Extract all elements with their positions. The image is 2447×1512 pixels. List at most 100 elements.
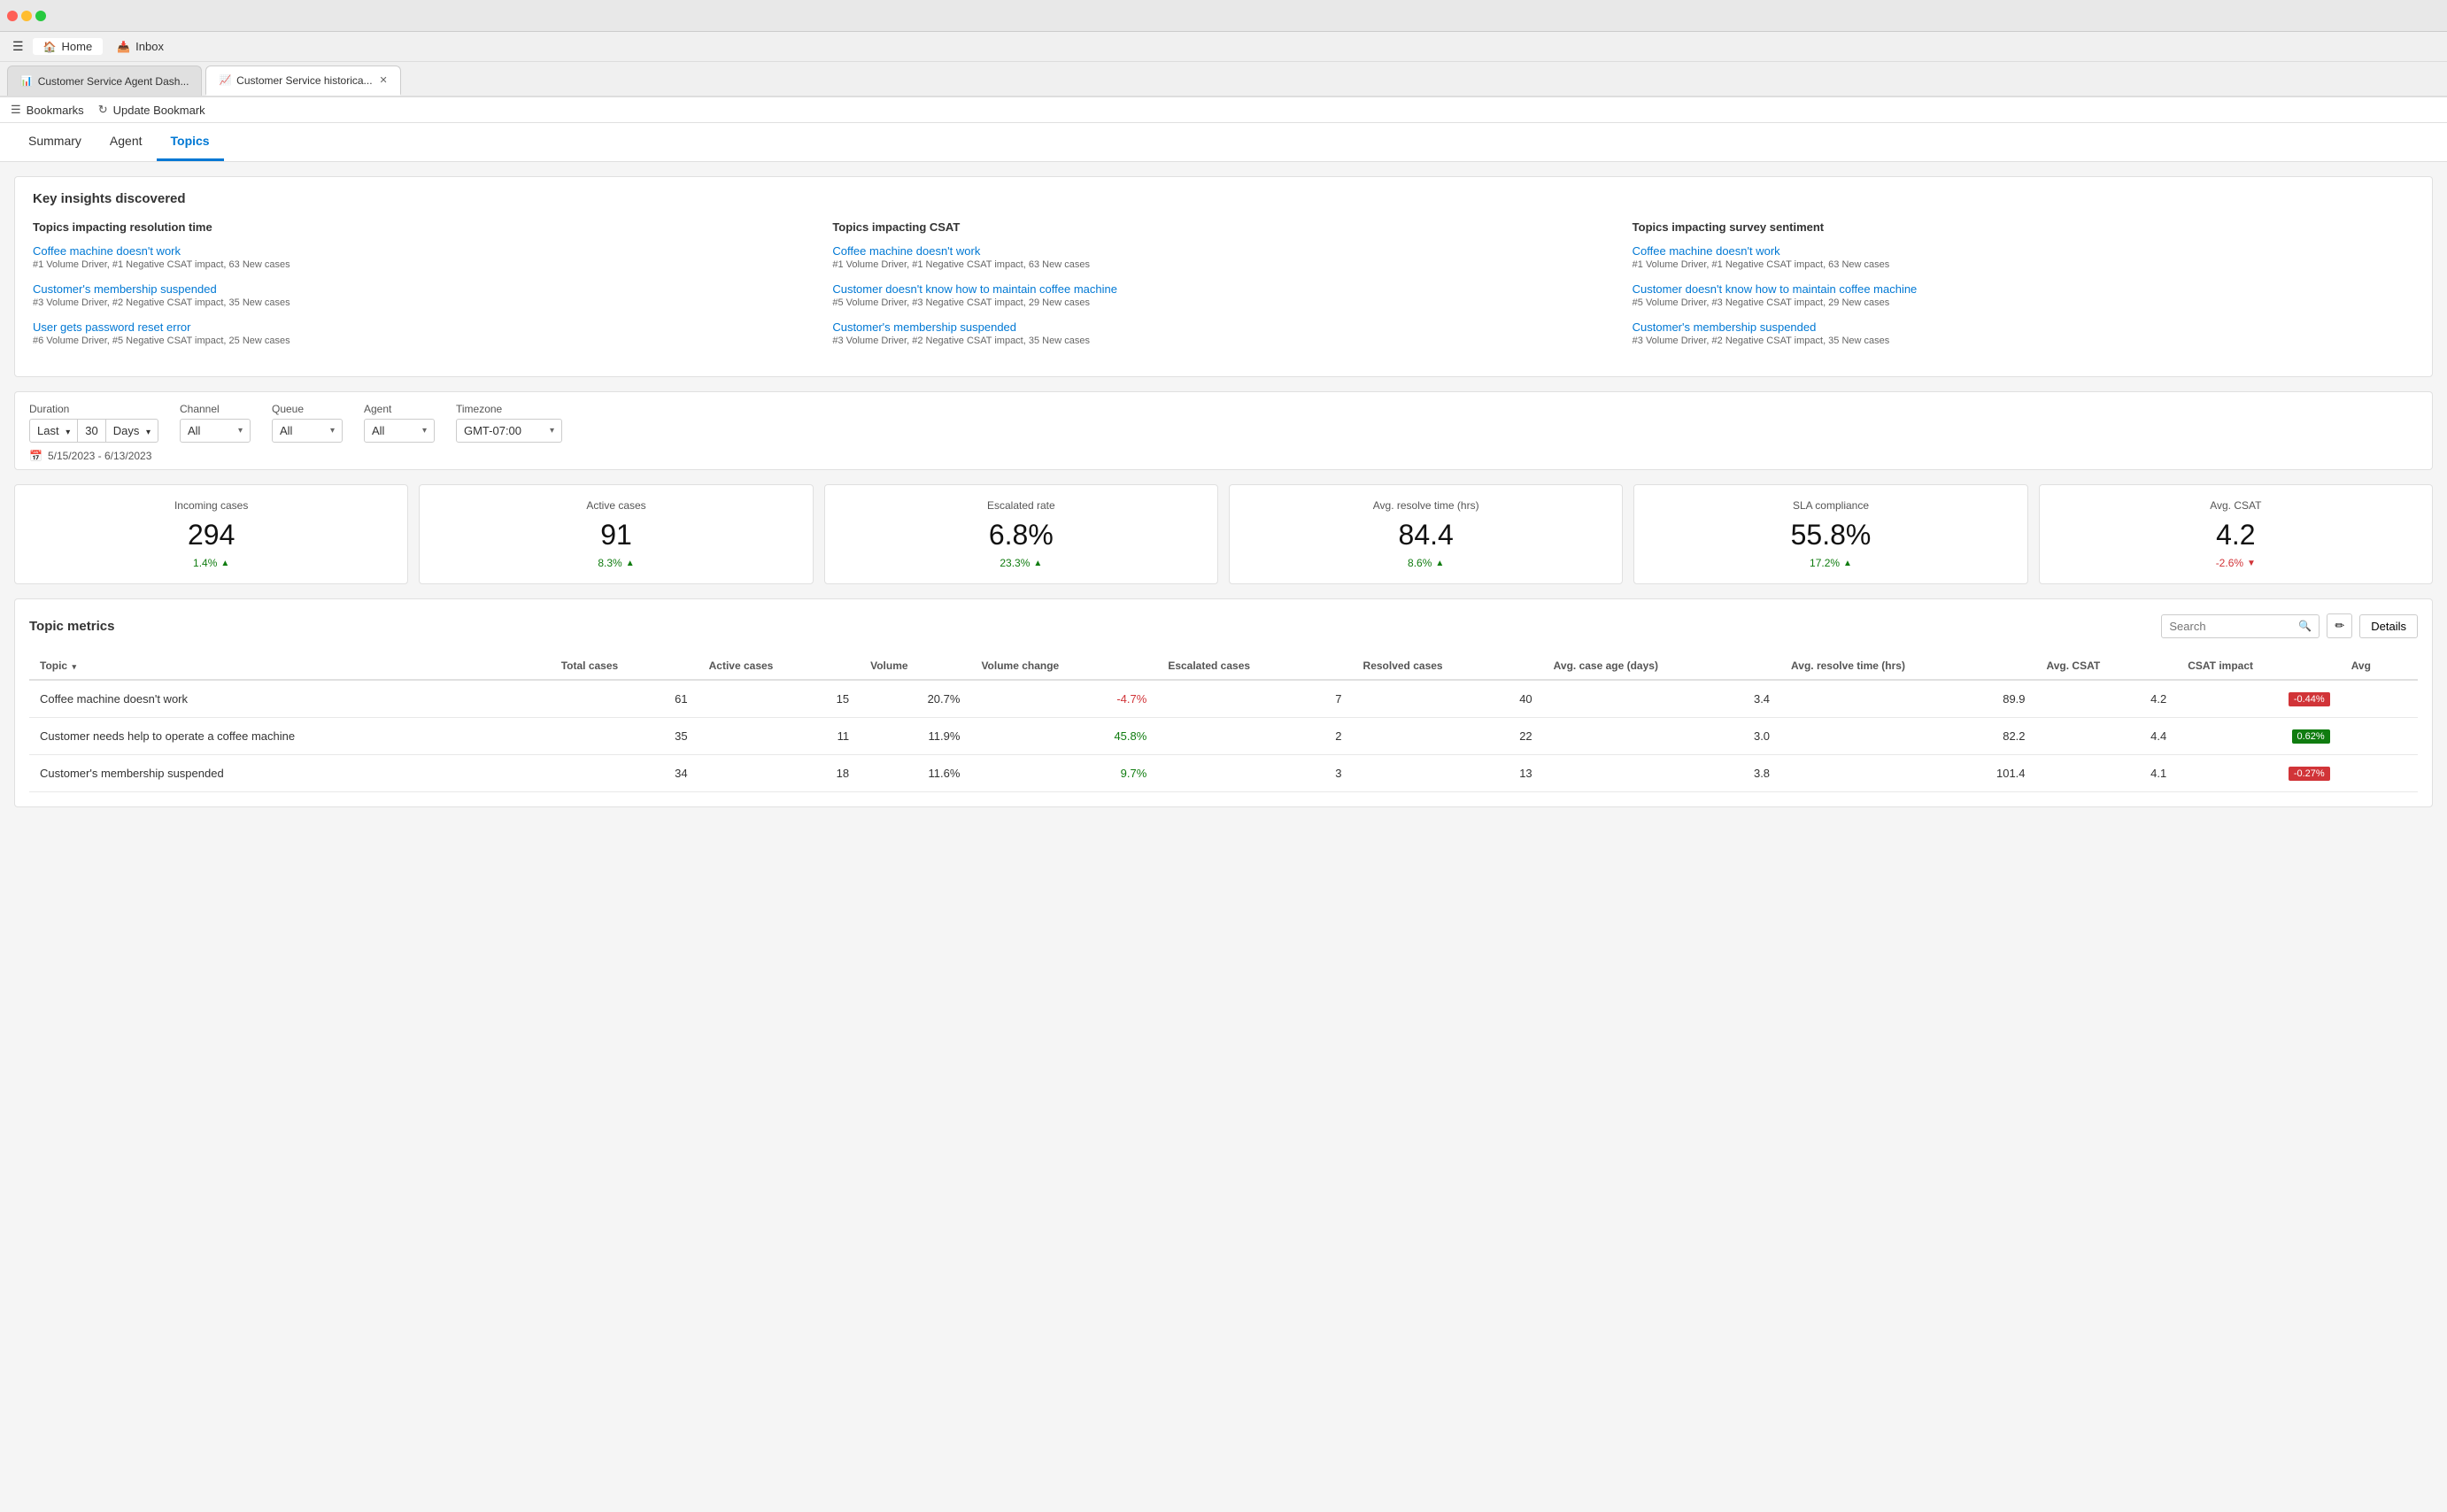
duration-control[interactable]: Last ▾ 30 Days ▾	[29, 419, 158, 443]
edit-columns-button[interactable]: ✏	[2327, 613, 2352, 638]
cell-escalated-cases: 3	[1157, 755, 1352, 792]
insight-link[interactable]: Customer doesn't know how to maintain co…	[832, 282, 1614, 296]
inbox-icon: 📥	[117, 41, 130, 53]
col-volume[interactable]: Volume	[860, 652, 970, 680]
cell-topic: Coffee machine doesn't work	[29, 680, 551, 718]
cell-avg-csat: 4.2	[2036, 680, 2178, 718]
sort-icon: ▾	[72, 662, 76, 671]
insight-meta: #1 Volume Driver, #1 Negative CSAT impac…	[832, 259, 1614, 270]
insight-link[interactable]: Coffee machine doesn't work	[832, 244, 1614, 258]
metric-active-cases: Active cases 91 8.3% ▲	[419, 484, 813, 584]
hamburger-icon[interactable]: ☰	[7, 35, 29, 58]
agent-filter: Agent All ▾	[364, 403, 435, 443]
tab2-close-icon[interactable]: ✕	[380, 74, 388, 86]
nav-home-button[interactable]: 🏠 Home	[33, 38, 104, 55]
metric-value: 91	[434, 519, 798, 552]
tab-1[interactable]: 📊 Customer Service Agent Dash...	[7, 66, 202, 96]
chevron-down-icon: ▾	[550, 426, 554, 436]
minimize-button[interactable]	[21, 11, 32, 21]
search-input[interactable]	[2169, 620, 2293, 633]
metric-avg-csat: Avg. CSAT 4.2 -2.6% ▼	[2039, 484, 2433, 584]
timezone-label: Timezone	[456, 403, 562, 415]
col-avg-resolve-time[interactable]: Avg. resolve time (hrs)	[1780, 652, 2035, 680]
col-topic[interactable]: Topic ▾	[29, 652, 551, 680]
insight-item: Coffee machine doesn't work #1 Volume Dr…	[33, 244, 814, 270]
topic-metrics-title: Topic metrics	[29, 619, 114, 634]
insight-link[interactable]: User gets password reset error	[33, 320, 814, 334]
cell-avg-csat: 4.4	[2036, 718, 2178, 755]
calendar-icon: 📅	[29, 450, 42, 462]
col-avg-csat[interactable]: Avg. CSAT	[2036, 652, 2178, 680]
insight-meta: #3 Volume Driver, #2 Negative CSAT impac…	[832, 336, 1614, 346]
cell-active-cases: 11	[699, 718, 860, 755]
duration-value[interactable]: 30	[78, 419, 105, 443]
col-escalated-cases[interactable]: Escalated cases	[1157, 652, 1352, 680]
col-csat-impact[interactable]: CSAT impact	[2177, 652, 2340, 680]
duration-unit[interactable]: Days ▾	[106, 419, 158, 443]
insight-link[interactable]: Customer's membership suspended	[832, 320, 1614, 334]
nav-summary[interactable]: Summary	[14, 123, 96, 161]
close-button[interactable]	[7, 11, 18, 21]
insight-link[interactable]: Customer's membership suspended	[1633, 320, 2414, 334]
queue-control[interactable]: All ▾	[272, 419, 343, 443]
bookmarks-bar: ☰ Bookmarks ↻ Update Bookmark	[0, 97, 2447, 123]
table-row: Customer's membership suspended 34 18 11…	[29, 755, 2418, 792]
metric-value: 55.8%	[1648, 519, 2012, 552]
col-avg-case-age[interactable]: Avg. case age (days)	[1543, 652, 1780, 680]
metric-change: 23.3% ▲	[839, 557, 1203, 569]
metric-sla-compliance: SLA compliance 55.8% 17.2% ▲	[1633, 484, 2027, 584]
update-bookmark-button[interactable]: ↻ Update Bookmark	[98, 103, 205, 117]
col-active-cases[interactable]: Active cases	[699, 652, 860, 680]
arrow-up-icon: ▲	[626, 559, 635, 568]
insight-col-resolution: Topics impacting resolution time Coffee …	[33, 220, 814, 359]
cell-volume-change: -4.7%	[970, 680, 1157, 718]
channel-control[interactable]: All ▾	[180, 419, 251, 443]
insight-link[interactable]: Customer's membership suspended	[33, 282, 814, 296]
insight-item: Customer's membership suspended #3 Volum…	[832, 320, 1614, 346]
metric-change: -2.6% ▼	[2054, 557, 2418, 569]
insight-col1-heading: Topics impacting resolution time	[33, 220, 814, 234]
bookmarks-button[interactable]: ☰ Bookmarks	[11, 103, 84, 117]
agent-control[interactable]: All ▾	[364, 419, 435, 443]
metric-label: Incoming cases	[29, 499, 393, 512]
col-volume-change[interactable]: Volume change	[970, 652, 1157, 680]
metric-label: Avg. CSAT	[2054, 499, 2418, 512]
timezone-control[interactable]: GMT-07:00 ▾	[456, 419, 562, 443]
date-range: 📅 5/15/2023 - 6/13/2023	[29, 450, 2418, 462]
maximize-button[interactable]	[35, 11, 46, 21]
metric-label: SLA compliance	[1648, 499, 2012, 512]
table-wrapper: Topic ▾ Total cases Active cases Volume …	[29, 652, 2418, 792]
agent-label: Agent	[364, 403, 435, 415]
channel-label: Channel	[180, 403, 251, 415]
chevron-down-icon: ▾	[238, 426, 243, 436]
cell-resolved-cases: 13	[1353, 755, 1543, 792]
nav-topics[interactable]: Topics	[157, 123, 224, 161]
col-resolved-cases[interactable]: Resolved cases	[1353, 652, 1543, 680]
tab2-label: Customer Service historica...	[236, 74, 372, 87]
tabs-bar: 📊 Customer Service Agent Dash... 📈 Custo…	[0, 62, 2447, 97]
details-button[interactable]: Details	[2359, 614, 2418, 638]
duration-preset[interactable]: Last ▾	[29, 419, 78, 443]
col-total-cases[interactable]: Total cases	[551, 652, 699, 680]
metric-value: 294	[29, 519, 393, 552]
insight-link[interactable]: Customer doesn't know how to maintain co…	[1633, 282, 2414, 296]
cell-escalated-cases: 7	[1157, 680, 1352, 718]
search-box[interactable]: 🔍	[2161, 614, 2320, 638]
arrow-up-icon: ▲	[220, 559, 229, 568]
tab-2[interactable]: 📈 Customer Service historica... ✕	[205, 66, 400, 96]
nav-agent[interactable]: Agent	[96, 123, 157, 161]
insight-link[interactable]: Coffee machine doesn't work	[1633, 244, 2414, 258]
arrow-up-icon: ▲	[1033, 559, 1042, 568]
nav-inbox-button[interactable]: 📥 Inbox	[106, 38, 174, 55]
duration-filter: Duration Last ▾ 30 Days ▾	[29, 403, 158, 443]
col-avg[interactable]: Avg	[2341, 652, 2418, 680]
topic-metrics-controls: 🔍 ✏ Details	[2161, 613, 2418, 638]
timezone-filter: Timezone GMT-07:00 ▾	[456, 403, 562, 443]
cell-avg-resolve-time: 89.9	[1780, 680, 2035, 718]
metric-change: 1.4% ▲	[29, 557, 393, 569]
metric-value: 4.2	[2054, 519, 2418, 552]
insight-link[interactable]: Coffee machine doesn't work	[33, 244, 814, 258]
insight-meta: #5 Volume Driver, #3 Negative CSAT impac…	[1633, 297, 2414, 308]
cell-csat-impact: 0.62%	[2177, 718, 2340, 755]
filters-top: Duration Last ▾ 30 Days ▾ C	[29, 403, 2418, 443]
